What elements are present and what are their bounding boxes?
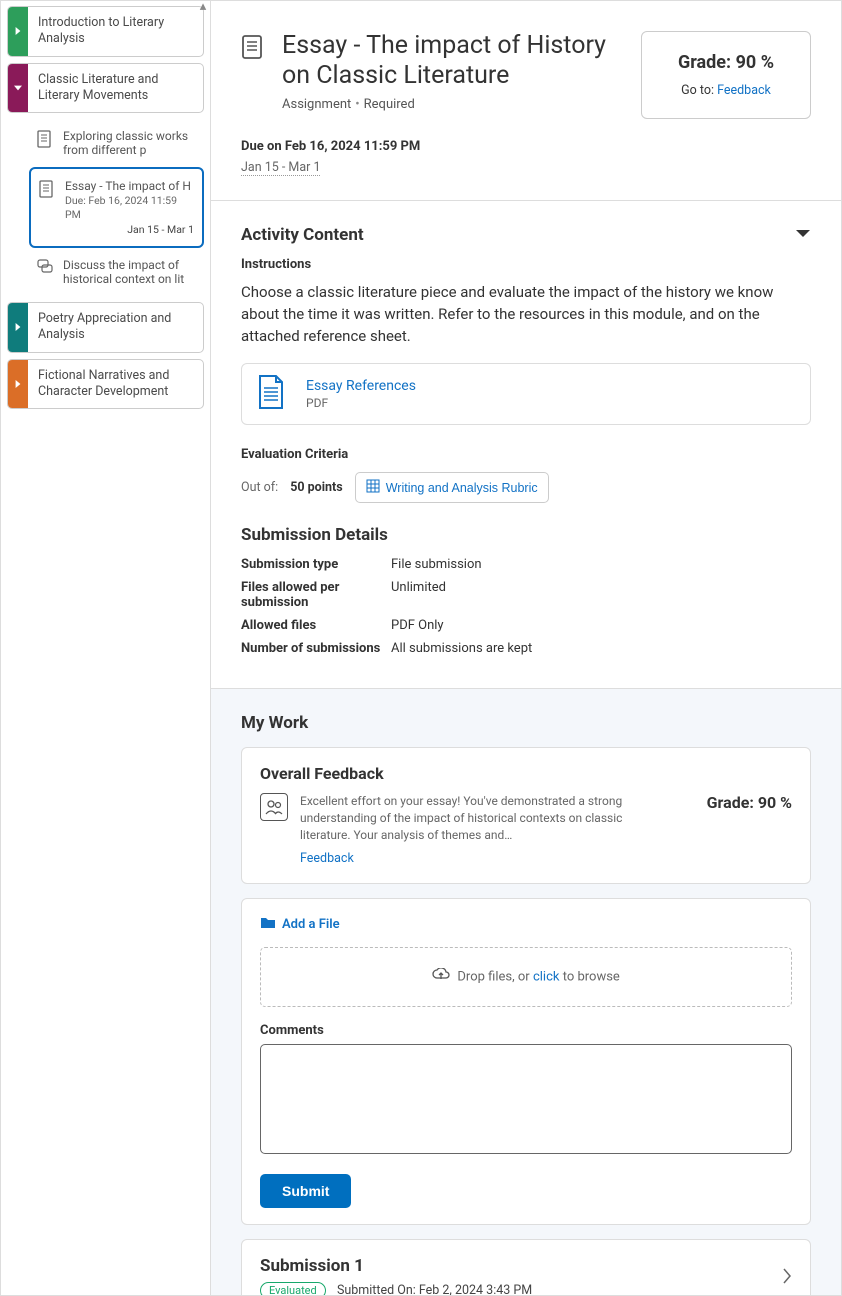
- points-value: 50 points: [290, 480, 343, 495]
- table-row: Submission typeFile submission: [241, 557, 811, 572]
- attachment-card[interactable]: Essay References PDF: [241, 363, 811, 425]
- file-icon: [256, 374, 290, 414]
- activity-content: Activity Content Instructions Choose a c…: [211, 201, 841, 688]
- file-dropzone[interactable]: Drop files, or click to browse: [260, 947, 792, 1007]
- add-file-button[interactable]: Add a File: [260, 915, 792, 933]
- module-children: Exploring classic works from different p…: [7, 119, 204, 296]
- sidebar-item-essay[interactable]: Essay - The impact of H Due: Feb 16, 202…: [29, 167, 204, 248]
- submitted-on: Submitted On: Feb 2, 2024 3:43 PM: [337, 1283, 532, 1295]
- page-meta: Assignment•Required: [282, 97, 626, 112]
- chevron-right-icon: [782, 1268, 792, 1288]
- table-row: Number of submissionsAll submissions are…: [241, 641, 811, 656]
- submission-item[interactable]: Submission 1 Evaluated Submitted On: Feb…: [241, 1239, 811, 1295]
- chevron-right-icon: [8, 303, 28, 352]
- module-label: Introduction to Literary Analysis: [28, 7, 203, 56]
- date-range[interactable]: Jan 15 - Mar 1: [241, 160, 320, 176]
- chevron-right-icon: [8, 360, 28, 409]
- submission-details-heading: Submission Details: [241, 525, 811, 545]
- feedback-link[interactable]: Feedback: [300, 850, 354, 868]
- activity-heading: Activity Content: [241, 225, 364, 245]
- sidebar-item-exploring[interactable]: Exploring classic works from different p: [29, 119, 204, 167]
- assignment-icon: [241, 34, 267, 64]
- sidebar-item-label: Exploring classic works from different p: [63, 129, 196, 157]
- instructions-label: Instructions: [241, 257, 811, 272]
- sidebar-item-discuss[interactable]: Discuss the impact of historical context…: [29, 248, 204, 296]
- submit-button[interactable]: Submit: [260, 1174, 351, 1208]
- table-row: Files allowed per submissionUnlimited: [241, 580, 811, 610]
- scroll-up-icon[interactable]: ▴: [198, 1, 208, 11]
- document-icon: [37, 130, 55, 151]
- mywork-heading: My Work: [241, 713, 811, 733]
- outof-label: Out of:: [241, 480, 278, 495]
- chevron-right-icon: [8, 7, 28, 56]
- module-label: Fictional Narratives and Character Devel…: [28, 360, 203, 409]
- attachment-type: PDF: [306, 396, 416, 410]
- eval-heading: Evaluation Criteria: [241, 447, 811, 462]
- module-item-fictional[interactable]: Fictional Narratives and Character Devel…: [7, 359, 204, 410]
- comments-label: Comments: [260, 1023, 792, 1038]
- feedback-icon: [260, 793, 288, 821]
- rubric-button[interactable]: Writing and Analysis Rubric: [355, 472, 549, 503]
- comments-input[interactable]: [260, 1044, 792, 1154]
- module-label: Poetry Appreciation and Analysis: [28, 303, 203, 352]
- assignment-header: Essay - The impact of History on Classic…: [211, 1, 841, 201]
- browse-link[interactable]: click: [533, 970, 560, 985]
- page-title: Essay - The impact of History on Classic…: [282, 31, 626, 91]
- feedback-link[interactable]: Feedback: [717, 83, 771, 98]
- sidebar-item-label: Discuss the impact of historical context…: [63, 258, 196, 286]
- submission-title: Submission 1: [260, 1256, 532, 1276]
- status-badge: Evaluated: [260, 1282, 326, 1295]
- instructions-text: Choose a classic literature piece and ev…: [241, 282, 811, 347]
- chevron-down-icon: [795, 228, 811, 243]
- folder-icon: [260, 915, 276, 933]
- document-icon: [39, 180, 57, 201]
- table-row: Allowed filesPDF Only: [241, 618, 811, 633]
- discussion-icon: [37, 259, 55, 278]
- overall-feedback-panel: Overall Feedback Excellent effort on you…: [241, 747, 811, 884]
- activity-toggle[interactable]: Activity Content: [241, 225, 811, 245]
- feedback-text: Excellent effort on your essay! You've d…: [300, 794, 622, 842]
- chevron-down-icon: [8, 64, 28, 113]
- upload-panel: Add a File Drop files, or click to brows…: [241, 898, 811, 1225]
- my-work-section: My Work Overall Feedback Excellent effor…: [211, 688, 841, 1295]
- overall-feedback-heading: Overall Feedback: [260, 764, 792, 783]
- module-item-classic[interactable]: Classic Literature and Literary Movement…: [7, 63, 204, 114]
- module-label: Classic Literature and Literary Movement…: [28, 64, 203, 113]
- main-content: Essay - The impact of History on Classic…: [211, 1, 841, 1295]
- sidebar: ▴ Introduction to Literary Analysis Clas…: [1, 1, 211, 1295]
- sidebar-item-label: Essay - The impact of H Due: Feb 16, 202…: [65, 179, 194, 236]
- module-item-intro[interactable]: Introduction to Literary Analysis: [7, 6, 204, 57]
- attachment-title: Essay References: [306, 378, 416, 394]
- module-item-poetry[interactable]: Poetry Appreciation and Analysis: [7, 302, 204, 353]
- due-date: Due on Feb 16, 2024 11:59 PM: [241, 139, 811, 154]
- grade-value: Grade: 90 %: [662, 52, 790, 73]
- grade-value: Grade: 90 %: [672, 793, 792, 812]
- upload-icon: [432, 971, 453, 986]
- grade-panel: Grade: 90 % Go to: Feedback: [641, 31, 811, 119]
- grid-icon: [366, 479, 380, 496]
